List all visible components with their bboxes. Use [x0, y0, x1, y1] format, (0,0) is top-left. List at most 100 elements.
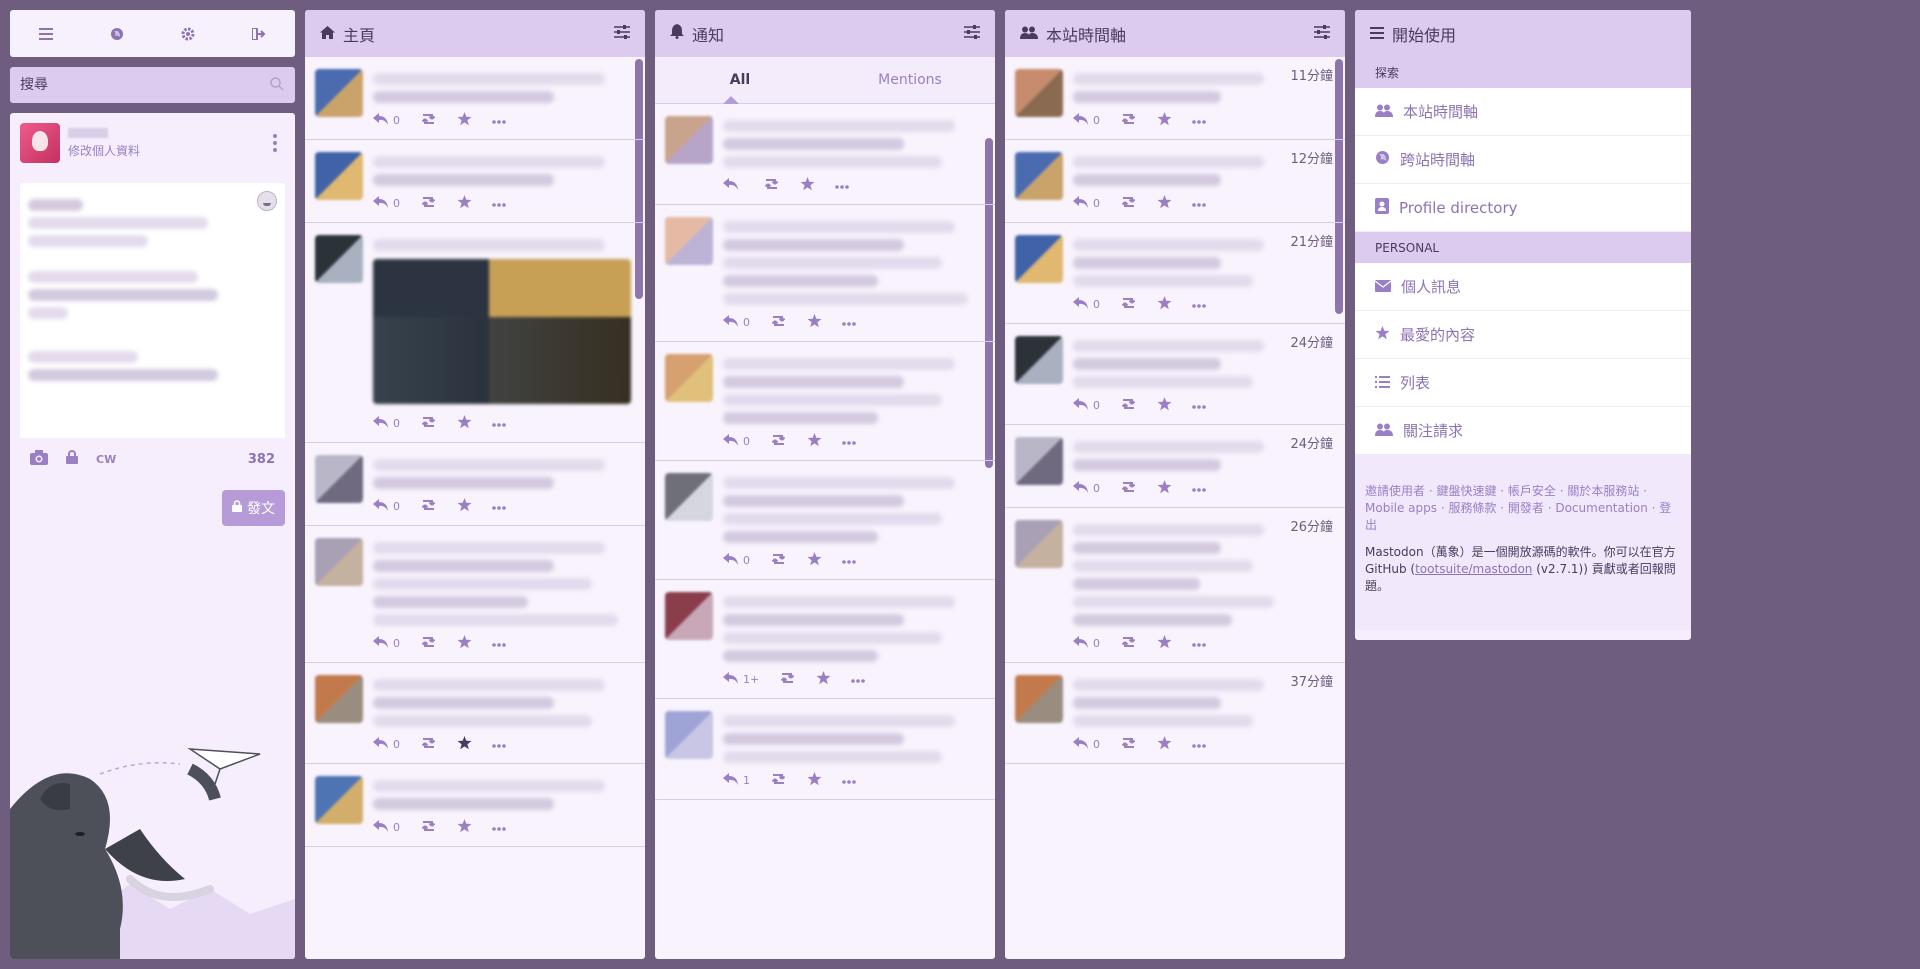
reply-button[interactable]: 0 [373, 112, 400, 128]
camera-icon[interactable] [30, 449, 48, 469]
status-item[interactable]: 0 [305, 57, 645, 140]
globe-icon[interactable] [102, 19, 132, 49]
avatar[interactable] [1015, 152, 1063, 200]
more-button[interactable] [842, 554, 856, 567]
more-button[interactable] [842, 435, 856, 448]
avatar[interactable] [315, 675, 363, 723]
status-timestamp[interactable]: 11分鐘 [1290, 65, 1333, 84]
lock-icon[interactable] [66, 450, 78, 468]
menu-item[interactable]: Profile directory [1355, 184, 1691, 232]
status-timestamp[interactable]: 26分鐘 [1290, 516, 1333, 535]
reply-button[interactable]: 0 [723, 433, 750, 449]
favourite-button[interactable] [807, 771, 822, 789]
status-item[interactable]: 24分鐘 0 [1005, 425, 1345, 508]
emoji-picker-icon[interactable] [257, 191, 277, 211]
menu-item[interactable]: 跨站時間軸 [1355, 136, 1691, 184]
favourite-button[interactable] [457, 735, 472, 753]
status-item[interactable]: 0 [655, 342, 995, 461]
column-settings-icon[interactable] [614, 24, 630, 43]
avatar[interactable] [315, 776, 363, 824]
favourite-button[interactable] [457, 194, 472, 212]
boost-button[interactable] [779, 672, 796, 687]
github-link[interactable]: tootsuite/mastodon [1415, 562, 1532, 576]
favourite-button[interactable] [800, 176, 815, 194]
boost-button[interactable] [770, 553, 787, 568]
more-button[interactable] [1192, 738, 1206, 751]
more-button[interactable] [842, 774, 856, 787]
more-button[interactable] [492, 114, 506, 127]
reply-button[interactable] [723, 177, 743, 193]
boost-button[interactable] [1120, 113, 1137, 128]
edit-profile-link[interactable]: 修改個人資料 [68, 142, 265, 159]
menu-item[interactable]: 關注請求 [1355, 407, 1691, 455]
status-item[interactable]: 26分鐘 0 [1005, 508, 1345, 663]
avatar[interactable] [1015, 69, 1063, 117]
more-button[interactable] [492, 738, 506, 751]
boost-button[interactable] [1120, 481, 1137, 496]
favourite-button[interactable] [1157, 735, 1172, 753]
content-warning-button[interactable]: CW [96, 453, 116, 466]
more-button[interactable] [842, 316, 856, 329]
more-button[interactable] [1192, 399, 1206, 412]
boost-button[interactable] [420, 636, 437, 651]
home-timeline[interactable]: 0 0 0 0 0 0 0 [305, 57, 645, 959]
status-item[interactable]: 0 [655, 205, 995, 342]
status-timestamp[interactable]: 24分鐘 [1290, 433, 1333, 452]
avatar[interactable] [315, 455, 363, 503]
avatar[interactable] [315, 152, 363, 200]
menu-item[interactable]: 本站時間軸 [1355, 88, 1691, 136]
notifications-column-header[interactable]: 通知 [655, 10, 995, 57]
favourite-button[interactable] [457, 818, 472, 836]
boost-button[interactable] [1120, 398, 1137, 413]
search-icon[interactable] [269, 76, 285, 96]
reply-button[interactable]: 0 [373, 415, 400, 431]
more-button[interactable] [492, 637, 506, 650]
boost-button[interactable] [770, 773, 787, 788]
boost-button[interactable] [420, 820, 437, 835]
avatar[interactable] [315, 69, 363, 117]
favourite-button[interactable] [807, 313, 822, 331]
favourite-button[interactable] [1157, 194, 1172, 212]
boost-button[interactable] [770, 434, 787, 449]
reply-button[interactable]: 0 [1073, 112, 1100, 128]
more-button[interactable] [492, 821, 506, 834]
status-item[interactable]: 37分鐘 0 [1005, 663, 1345, 764]
avatar[interactable] [665, 217, 713, 265]
status-item[interactable]: 11分鐘 0 [1005, 57, 1345, 140]
reply-button[interactable]: 0 [373, 498, 400, 514]
local-timeline[interactable]: 11分鐘 0 12分鐘 0 21分鐘 0 24分鐘 0 24分鐘 0 26分鐘 0 37分鐘 0 [1005, 57, 1345, 959]
reply-button[interactable]: 0 [1073, 195, 1100, 211]
reply-button[interactable]: 0 [1073, 397, 1100, 413]
boost-button[interactable] [420, 499, 437, 514]
status-item[interactable]: 0 [305, 526, 645, 663]
boost-button[interactable] [420, 416, 437, 431]
status-item[interactable]: 24分鐘 0 [1005, 324, 1345, 425]
avatar[interactable] [315, 235, 363, 283]
menu-item[interactable]: 個人訊息 [1355, 263, 1691, 311]
more-button[interactable] [851, 673, 866, 686]
status-item[interactable]: 0 [305, 764, 645, 847]
avatar[interactable] [315, 538, 363, 586]
status-item[interactable]: 1 [655, 699, 995, 800]
footer-links[interactable]: 邀請使用者 · 鍵盤快速鍵 · 帳戶安全 · 關於本服務站 · Mobile a… [1365, 483, 1681, 534]
avatar[interactable] [665, 116, 713, 164]
search-input[interactable] [20, 77, 285, 93]
reply-button[interactable]: 0 [1073, 480, 1100, 496]
favourite-button[interactable] [1157, 479, 1172, 497]
reply-button[interactable]: 0 [723, 552, 750, 568]
boost-button[interactable] [1120, 636, 1137, 651]
status-item[interactable] [655, 104, 995, 205]
status-item[interactable]: 0 [305, 223, 645, 443]
more-button[interactable] [1192, 114, 1206, 127]
status-timestamp[interactable]: 24分鐘 [1290, 332, 1333, 351]
favourite-button[interactable] [1157, 634, 1172, 652]
status-timestamp[interactable]: 37分鐘 [1290, 671, 1333, 690]
status-timestamp[interactable]: 12分鐘 [1290, 148, 1333, 167]
status-item[interactable]: 12分鐘 0 [1005, 140, 1345, 223]
status-item[interactable]: 0 [305, 443, 645, 526]
status-item[interactable]: 0 [305, 140, 645, 223]
avatar[interactable] [665, 711, 713, 759]
status-item[interactable]: 21分鐘 0 [1005, 223, 1345, 324]
avatar[interactable] [665, 592, 713, 640]
status-item[interactable]: 1+ [655, 580, 995, 699]
